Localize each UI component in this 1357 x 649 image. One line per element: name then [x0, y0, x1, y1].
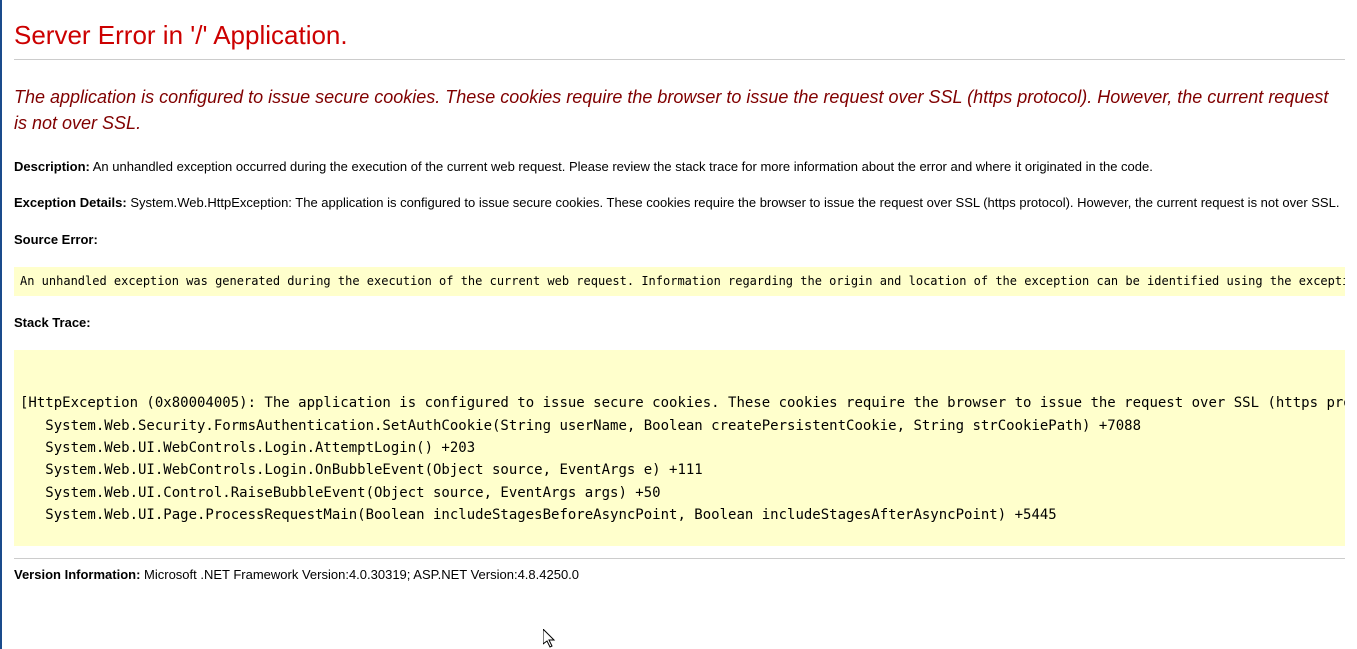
stack-trace-box: [HttpException (0x80004005): The applica…: [14, 350, 1345, 547]
version-info: Version Information: Microsoft .NET Fram…: [14, 567, 1345, 582]
error-message: The application is configured to issue s…: [14, 84, 1345, 136]
description-label: Description:: [14, 159, 90, 174]
divider-top: [14, 59, 1345, 60]
version-text: Microsoft .NET Framework Version:4.0.303…: [140, 567, 579, 582]
description-text: An unhandled exception occurred during t…: [90, 159, 1153, 174]
cursor-icon: [543, 629, 559, 649]
exception-details-section: Exception Details: System.Web.HttpExcept…: [14, 194, 1345, 212]
error-page: Server Error in '/' Application. The app…: [2, 0, 1357, 582]
stack-trace-label: Stack Trace:: [14, 315, 91, 330]
source-error-label-section: Source Error:: [14, 231, 1345, 249]
stack-trace-label-section: Stack Trace:: [14, 314, 1345, 332]
version-label: Version Information:: [14, 567, 140, 582]
description-section: Description: An unhandled exception occu…: [14, 158, 1345, 176]
source-error-box: An unhandled exception was generated dur…: [14, 267, 1345, 296]
source-error-label: Source Error:: [14, 232, 98, 247]
exception-details-label: Exception Details:: [14, 195, 127, 210]
exception-details-text: System.Web.HttpException: The applicatio…: [127, 195, 1340, 210]
page-title: Server Error in '/' Application.: [14, 10, 1345, 51]
divider-bottom: [14, 558, 1345, 559]
